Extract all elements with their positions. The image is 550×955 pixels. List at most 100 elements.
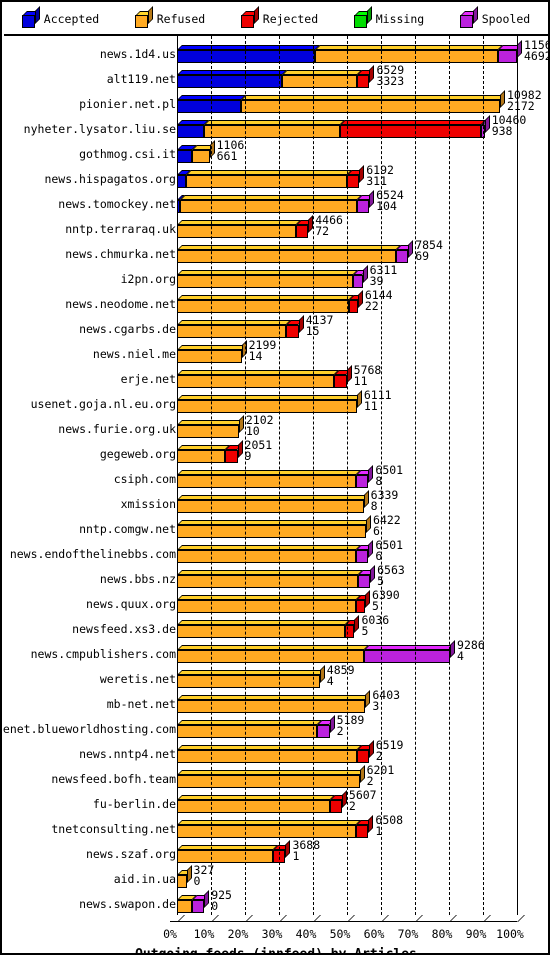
chart-row: gegeweb.org 2051 9	[4, 439, 548, 465]
bar-segment-rejected[interactable]	[225, 450, 238, 463]
bar-segment-refused[interactable]	[177, 850, 274, 863]
bar-segment-spooled[interactable]	[356, 475, 369, 488]
bar-segment-rejected[interactable]	[348, 300, 358, 313]
row-secondary-value: 5	[372, 599, 379, 613]
chart-row: nyheter.lysator.liu.se 10460 938	[4, 114, 548, 140]
bar-segment-accepted[interactable]	[177, 150, 192, 163]
chart-row: news.quux.org 6390 5	[4, 589, 548, 615]
chart-row: news.hispagatos.org 6192 311	[4, 164, 548, 190]
bar-segment-refused[interactable]	[177, 800, 330, 813]
bar-segment-refused[interactable]	[177, 600, 356, 613]
bar-segment-rejected[interactable]	[357, 75, 370, 88]
row-secondary-value: 11	[353, 374, 368, 388]
bar-segment-refused[interactable]	[177, 650, 364, 663]
bar-segment-accepted[interactable]	[177, 100, 241, 113]
bar-segment-refused[interactable]	[180, 200, 357, 213]
row-label: pionier.net.pl	[79, 97, 176, 111]
bar-segment-rejected[interactable]	[347, 175, 360, 188]
chart-row: gothmog.csi.it 1106 661	[4, 139, 548, 165]
cube-swatch-icon	[353, 5, 372, 28]
chart-row: pionier.net.pl 10982 2172	[4, 89, 548, 115]
row-label: weretis.net	[99, 672, 176, 686]
bar-segment-refused[interactable]	[177, 750, 357, 763]
bar-segment-refused[interactable]	[177, 700, 366, 713]
chart-row: newsfeed.bofh.team 6201 2	[4, 764, 548, 790]
row-value-labels: 5607 2	[349, 789, 377, 812]
chart-row: aid.in.ua 327 0	[4, 864, 548, 890]
bar-segment-refused[interactable]	[177, 550, 357, 563]
bar-segment-refused[interactable]	[281, 75, 358, 88]
bar-segment-refused[interactable]	[177, 900, 192, 913]
bar-segment-spooled[interactable]	[356, 550, 369, 563]
bar-segment-refused[interactable]	[315, 50, 499, 63]
bar-segment-refused[interactable]	[177, 500, 364, 513]
row-secondary-value: 1	[292, 849, 300, 863]
row-label: gegeweb.org	[99, 447, 176, 461]
chart-row: news.tomockey.net 6524 104	[4, 189, 548, 215]
row-secondary-value: 4	[457, 649, 464, 663]
bar-segment-accepted[interactable]	[177, 125, 205, 138]
bar-segment-refused[interactable]	[177, 525, 367, 538]
bar-segment-refused[interactable]	[177, 450, 226, 463]
bar-segment-refused[interactable]	[177, 875, 187, 888]
bar-segment-rejected[interactable]	[329, 800, 342, 813]
bar-segment-refused[interactable]	[177, 625, 346, 638]
chart-row: news.swapon.de 925 0	[4, 889, 548, 915]
bar-segment-side-refused	[359, 765, 365, 783]
row-label: news.cmpublishers.com	[30, 647, 176, 661]
row-value-labels: 6036 5	[361, 614, 389, 637]
bar-segment-refused[interactable]	[177, 475, 357, 488]
bar-segment-rejected[interactable]	[356, 750, 369, 763]
chart-row: alt119.net 6529 3323	[4, 64, 548, 90]
bar-segment-rejected[interactable]	[334, 375, 347, 388]
bar-segment-rejected[interactable]	[356, 825, 369, 838]
chart-row: news.szaf.org 3688 1	[4, 839, 548, 865]
bar-segment-side-spooled	[370, 565, 376, 583]
bar-segment-refused[interactable]	[177, 725, 318, 738]
bar-segment-refused[interactable]	[177, 250, 396, 263]
bar-segment-spooled[interactable]	[317, 725, 330, 738]
bar-segment-refused[interactable]	[177, 325, 287, 338]
bar-segment-refused[interactable]	[177, 400, 357, 413]
bar-segment-rejected[interactable]	[296, 225, 309, 238]
bar-segment-refused[interactable]	[177, 775, 360, 788]
bar-segment-refused[interactable]	[177, 275, 354, 288]
chart-row: news.bbs.nz 6563 5	[4, 564, 548, 590]
row-secondary-value: 72	[315, 224, 330, 238]
bar-segment-refused[interactable]	[191, 150, 210, 163]
legend-item-refused: Refused	[134, 5, 205, 28]
bar-segment-accepted[interactable]	[177, 75, 282, 88]
bar-segment-spooled[interactable]	[395, 250, 409, 263]
bar-segment-refused[interactable]	[177, 825, 357, 838]
bar-segment-accepted[interactable]	[177, 50, 316, 63]
bar-segment-side-spooled	[368, 540, 374, 558]
bar-segment-refused[interactable]	[177, 425, 239, 438]
x-tick-label: 20%	[227, 927, 249, 941]
bar-segment-spooled[interactable]	[191, 900, 205, 913]
row-value-labels: 6339 8	[371, 489, 399, 512]
bar-segment-refused[interactable]	[177, 675, 320, 688]
bar-segment-refused[interactable]	[177, 575, 358, 588]
gridline-90	[483, 36, 484, 915]
bar-segment-rejected[interactable]	[355, 600, 365, 613]
row-value-labels: 10982 2172	[507, 89, 542, 112]
bar-segment-spooled[interactable]	[498, 50, 517, 63]
x-tick-label: 80%	[431, 927, 453, 941]
x-tick-label: 100%	[496, 927, 524, 941]
bar-segment-rejected[interactable]	[286, 325, 299, 338]
bar-segment-refused[interactable]	[177, 375, 335, 388]
bar-segment-spooled[interactable]	[356, 200, 370, 213]
chart-row: news.chmurka.net 7854 69	[4, 239, 548, 265]
bar-segment-refused[interactable]	[177, 300, 349, 313]
bar-segment-accepted[interactable]	[177, 175, 187, 188]
bar-segment-refused[interactable]	[177, 350, 242, 363]
chart-row: news.furie.org.uk 2102 10	[4, 414, 548, 440]
bar-segment-spooled[interactable]	[353, 275, 363, 288]
bar-segment-spooled[interactable]	[364, 650, 451, 663]
bar-segment-refused[interactable]	[204, 125, 341, 138]
row-value-labels: 2102 10	[246, 414, 274, 437]
row-label: csiph.com	[113, 472, 176, 486]
bar-segment-rejected[interactable]	[340, 125, 482, 138]
chart-row: csiph.com 6501 8	[4, 464, 548, 490]
bar-segment-spooled[interactable]	[357, 575, 371, 588]
